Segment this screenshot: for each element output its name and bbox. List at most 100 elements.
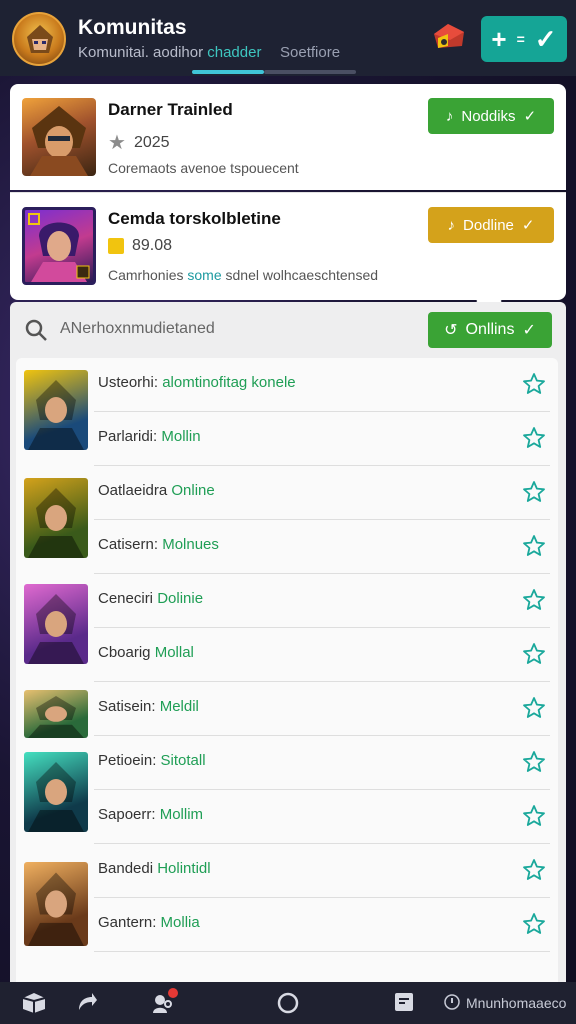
member-name: Petioein:: [98, 752, 161, 769]
favorite-star-icon[interactable]: [522, 534, 546, 563]
search-icon[interactable]: [24, 318, 48, 347]
member-entry: Usteorhi: alomtinofitag konele: [98, 374, 296, 391]
favorite-star-icon[interactable]: [522, 480, 546, 509]
favorite-star-icon[interactable]: [522, 858, 546, 887]
member-name: Usteorhi:: [98, 374, 163, 391]
list-item[interactable]: Parlaridi: Mollin: [16, 412, 558, 466]
tab-community[interactable]: Komunitai. aodihor chadder: [78, 44, 261, 61]
list-item[interactable]: Usteorhi: alomtinofitag konele: [16, 358, 558, 412]
member-entry: Bandedi Holintidl: [98, 860, 211, 877]
member-entry: Cboarig Mollal: [98, 644, 194, 661]
member-entry: Catisern: Molnues: [98, 536, 219, 553]
member-status: Sitotall: [160, 752, 206, 769]
member-entry: Petioein: Sitotall: [98, 752, 206, 769]
member-list: Usteorhi: alomtinofitag konele Parlaridi:…: [16, 358, 558, 982]
search-input[interactable]: ANerhoxnmudietaned: [60, 320, 215, 338]
hero-thumbnail: [22, 98, 96, 176]
list-item[interactable]: Gantern: Mollia: [16, 898, 558, 952]
nav-share[interactable]: [76, 992, 98, 1019]
member-name: Catisern:: [98, 536, 163, 553]
desc-highlight: some: [187, 267, 222, 283]
bottom-nav: Mnunhomaaeco: [0, 982, 576, 1024]
check-icon: ✓: [521, 217, 535, 234]
treasure-chest-icon: [434, 24, 464, 48]
list-item[interactable]: Petioein: Sitotall: [16, 736, 558, 790]
favorite-star-icon[interactable]: [522, 642, 546, 671]
member-status: Mollin: [161, 428, 201, 445]
list-item[interactable]: Bandedi Holintidl: [16, 844, 558, 898]
member-name: Ceneciri: [98, 590, 158, 607]
list-item[interactable]: Ceneciri Dolinie: [16, 574, 558, 628]
member-status: Holintidl: [157, 860, 211, 877]
nav-more-label[interactable]: Mnunhomaaeco: [466, 995, 566, 1011]
favorite-star-icon[interactable]: [522, 696, 546, 725]
member-entry: Oatlaeidra Online: [98, 482, 215, 499]
tab-store[interactable]: Soetfiore: [280, 44, 340, 61]
row-divider: [94, 951, 550, 952]
hero-thumbnail: [22, 207, 96, 285]
member-status: Molnues: [162, 536, 219, 553]
card-action-label: Noddiks: [461, 107, 516, 125]
list-item[interactable]: Sapoerr: Mollim: [16, 790, 558, 844]
cube-icon: [22, 993, 46, 1013]
notification-icon: ♪: [445, 107, 454, 125]
card-description: Coremaots avenoe tspouecent: [108, 160, 299, 176]
refresh-icon: ↺: [444, 322, 458, 339]
favorite-star-icon[interactable]: [522, 426, 546, 455]
equals-icon: =: [516, 31, 525, 47]
active-tab-indicator: [192, 70, 264, 74]
card-action-button[interactable]: ♪ Dodline ✓: [428, 207, 554, 243]
add-confirm-button[interactable]: + = ✓: [481, 16, 567, 62]
hero-face-icon: [27, 25, 53, 53]
member-name: Gantern:: [98, 914, 161, 931]
member-name: Oatlaeidra: [98, 482, 172, 499]
share-arrow-icon: [79, 993, 97, 1010]
check-icon: ✓: [534, 23, 557, 54]
list-item[interactable]: Catisern: Molnues: [16, 520, 558, 574]
circle-icon: [277, 992, 299, 1014]
card-title: Cemda torskolbletine: [108, 209, 281, 228]
info-icon: [444, 994, 460, 1015]
member-entry: Sapoerr: Mollim: [98, 806, 203, 823]
gold-coin-icon: [108, 238, 124, 254]
favorite-star-icon[interactable]: [522, 372, 546, 401]
favorite-star-icon[interactable]: [522, 750, 546, 779]
favorite-star-icon[interactable]: [522, 912, 546, 941]
member-status: alomtinofitag konele: [162, 374, 296, 391]
notification-badge: [168, 988, 178, 998]
nav-messages[interactable]: [394, 992, 414, 1017]
card-meta: ★ 2025: [108, 130, 170, 155]
card-action-button[interactable]: ♪ Noddiks ✓: [428, 98, 554, 134]
list-item[interactable]: Satisein: Meldil: [16, 682, 558, 736]
top-bar: Komunitas Komunitai. aodihor chadder Soe…: [0, 0, 576, 76]
nav-home[interactable]: [22, 992, 46, 1019]
online-filter-label: Onllins: [465, 321, 515, 338]
nav-center[interactable]: [277, 992, 299, 1019]
member-name: Sapoerr:: [98, 806, 160, 823]
online-filter-button[interactable]: ↺ Onllins ✓: [428, 312, 552, 348]
check-icon: ✓: [522, 322, 536, 339]
member-status: Online: [171, 482, 215, 499]
card-meta-value: 2025: [133, 133, 170, 151]
member-status: Meldil: [159, 698, 199, 715]
list-item[interactable]: Oatlaeidra Online: [16, 466, 558, 520]
user-avatar[interactable]: [12, 12, 66, 66]
card-title: Darner Trainled: [108, 100, 233, 119]
member-name: Parlaridi:: [98, 428, 162, 445]
card-meta: 89.08: [108, 237, 172, 255]
tab-community-label: Komunitai. aodihor: [78, 44, 208, 61]
chest-button[interactable]: [428, 14, 470, 56]
member-status: Mollia: [160, 914, 200, 931]
tab-community-highlight: chadder: [207, 44, 262, 61]
member-status: Dolinie: [157, 590, 204, 607]
featured-card[interactable]: Darner Trainled ★ 2025 Coremaots avenoe …: [10, 84, 566, 190]
member-entry: Satisein: Meldil: [98, 698, 199, 715]
favorite-star-icon[interactable]: [522, 804, 546, 833]
notification-icon: ♪: [447, 216, 456, 234]
list-item[interactable]: Cboarig Mollal: [16, 628, 558, 682]
favorite-star-icon[interactable]: [522, 588, 546, 617]
desc-suffix: sdnel wolhcaeschtensed: [221, 267, 379, 283]
featured-card[interactable]: Cemda torskolbletine 89.08 Camrhonies so…: [10, 192, 566, 300]
star-rating-icon: ★: [108, 132, 126, 154]
tab-track: [264, 70, 356, 74]
